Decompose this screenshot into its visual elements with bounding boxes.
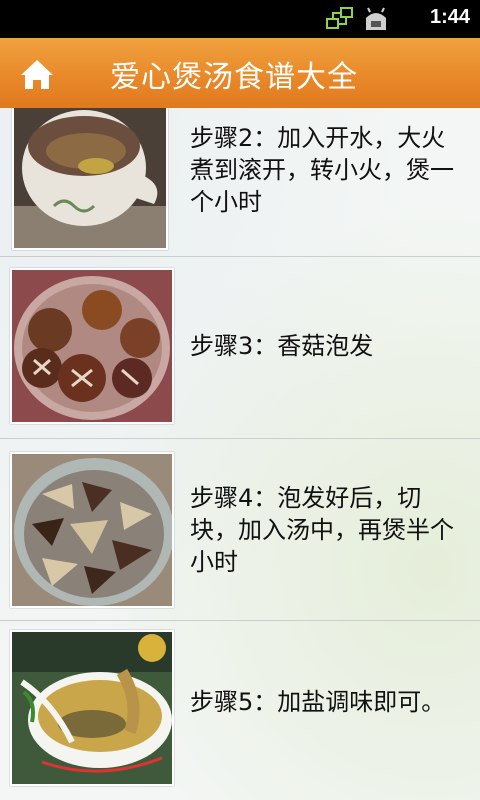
list-item[interactable]: 步骤5：加盐调味即可。 [0,620,480,800]
list-item[interactable]: 步骤2：加入开水，大火煮到滚开，转小火，煲一个小时 [0,108,480,257]
shiitake-in-water-image [10,268,174,424]
step-text: 步骤4：泡发好后，切块，加入汤中，再煲半个小时 [190,484,454,576]
status-bar: 1:44 [0,0,480,38]
step-text: 步骤5：加盐调味即可。 [190,688,446,716]
clay-pot-soup-image [12,108,168,250]
sync-icon [326,7,353,29]
recipe-steps-list[interactable]: 步骤2：加入开水，大火煮到滚开，转小火，煲一个小时 步骤3：香菇泡发 步骤4：泡… [0,108,480,800]
list-item[interactable]: 步骤3：香菇泡发 [0,256,480,439]
sliced-mushrooms-image [10,452,174,608]
finished-soup-bowl-image [10,630,174,786]
home-icon[interactable] [18,56,56,92]
app-title: 爱心煲汤食谱大全 [110,60,358,95]
clock: 1:44 [429,6,470,28]
step-text: 步骤3：香菇泡发 [190,332,374,360]
list-item[interactable]: 步骤4：泡发好后，切块，加入汤中，再煲半个小时 [0,438,480,621]
step-text: 步骤2：加入开水，大火煮到滚开，转小火，煲一个小时 [190,124,454,216]
usb-debug-icon [366,7,386,30]
app-title-bar: 爱心煲汤食谱大全 [0,38,480,109]
